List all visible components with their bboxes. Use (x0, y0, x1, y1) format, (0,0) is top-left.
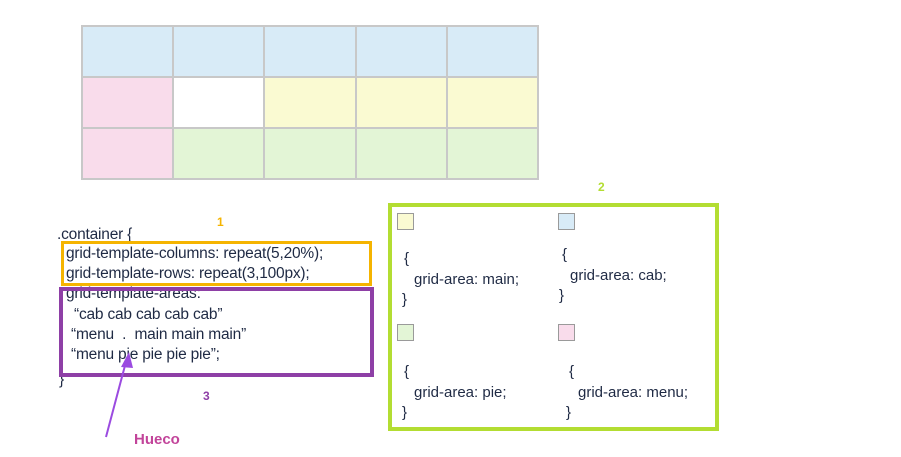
hueco-arrow-icon (105, 352, 133, 438)
hueco-label: Hueco (134, 431, 180, 448)
